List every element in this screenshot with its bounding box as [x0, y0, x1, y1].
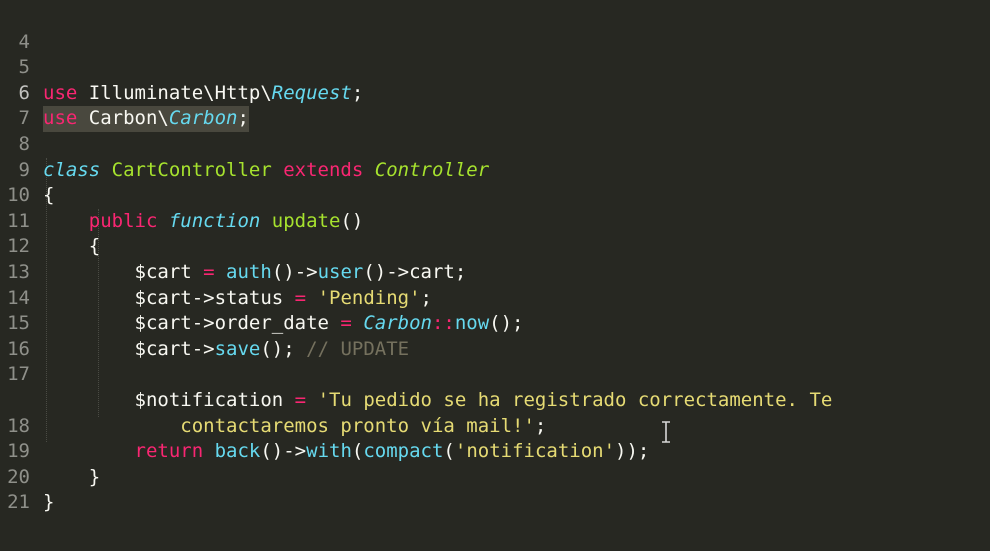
- code-line: 13 $cart->status = 'Pending';: [0, 234, 990, 309]
- code-line: 10 public function update(): [0, 158, 990, 232]
- code-line: 11 {: [0, 183, 990, 258]
- code-editor[interactable]: 4 5 use Illuminate\Http\Request; 6 use C…: [0, 0, 990, 551]
- code-line: 21: [0, 465, 990, 513]
- code-line: 7: [0, 81, 990, 129]
- code-line: 14 $cart->order_date = Carbon::now();: [0, 260, 990, 335]
- code-line: 4: [0, 4, 990, 53]
- code-line-current: 6 use Carbon\Carbon;: [0, 55, 990, 132]
- code-line: 19 }: [0, 414, 990, 488]
- code-line: 16: [0, 311, 990, 360]
- code-line: 5 use Illuminate\Http\Request;: [0, 30, 990, 104]
- text-cursor-icon: [662, 421, 670, 443]
- code-line: 15 $cart->save(); // UPDATE: [0, 286, 990, 360]
- code-line: 9 {: [0, 132, 990, 207]
- code-line-wrapped: contactaremos pronto vía mail!';: [0, 362, 990, 437]
- code-line: 18 return back()->with(compact('notifica…: [0, 388, 990, 463]
- line-number: 21: [7, 491, 30, 514]
- code-line: 17 $notification = 'Tu pedido se ha regi…: [0, 337, 990, 411]
- code-line: 8 class CartController extends Controlle…: [0, 106, 990, 181]
- code-line: 12 $cart = auth()->user()->cart;: [0, 209, 990, 283]
- code-line: 20 }: [0, 439, 990, 514]
